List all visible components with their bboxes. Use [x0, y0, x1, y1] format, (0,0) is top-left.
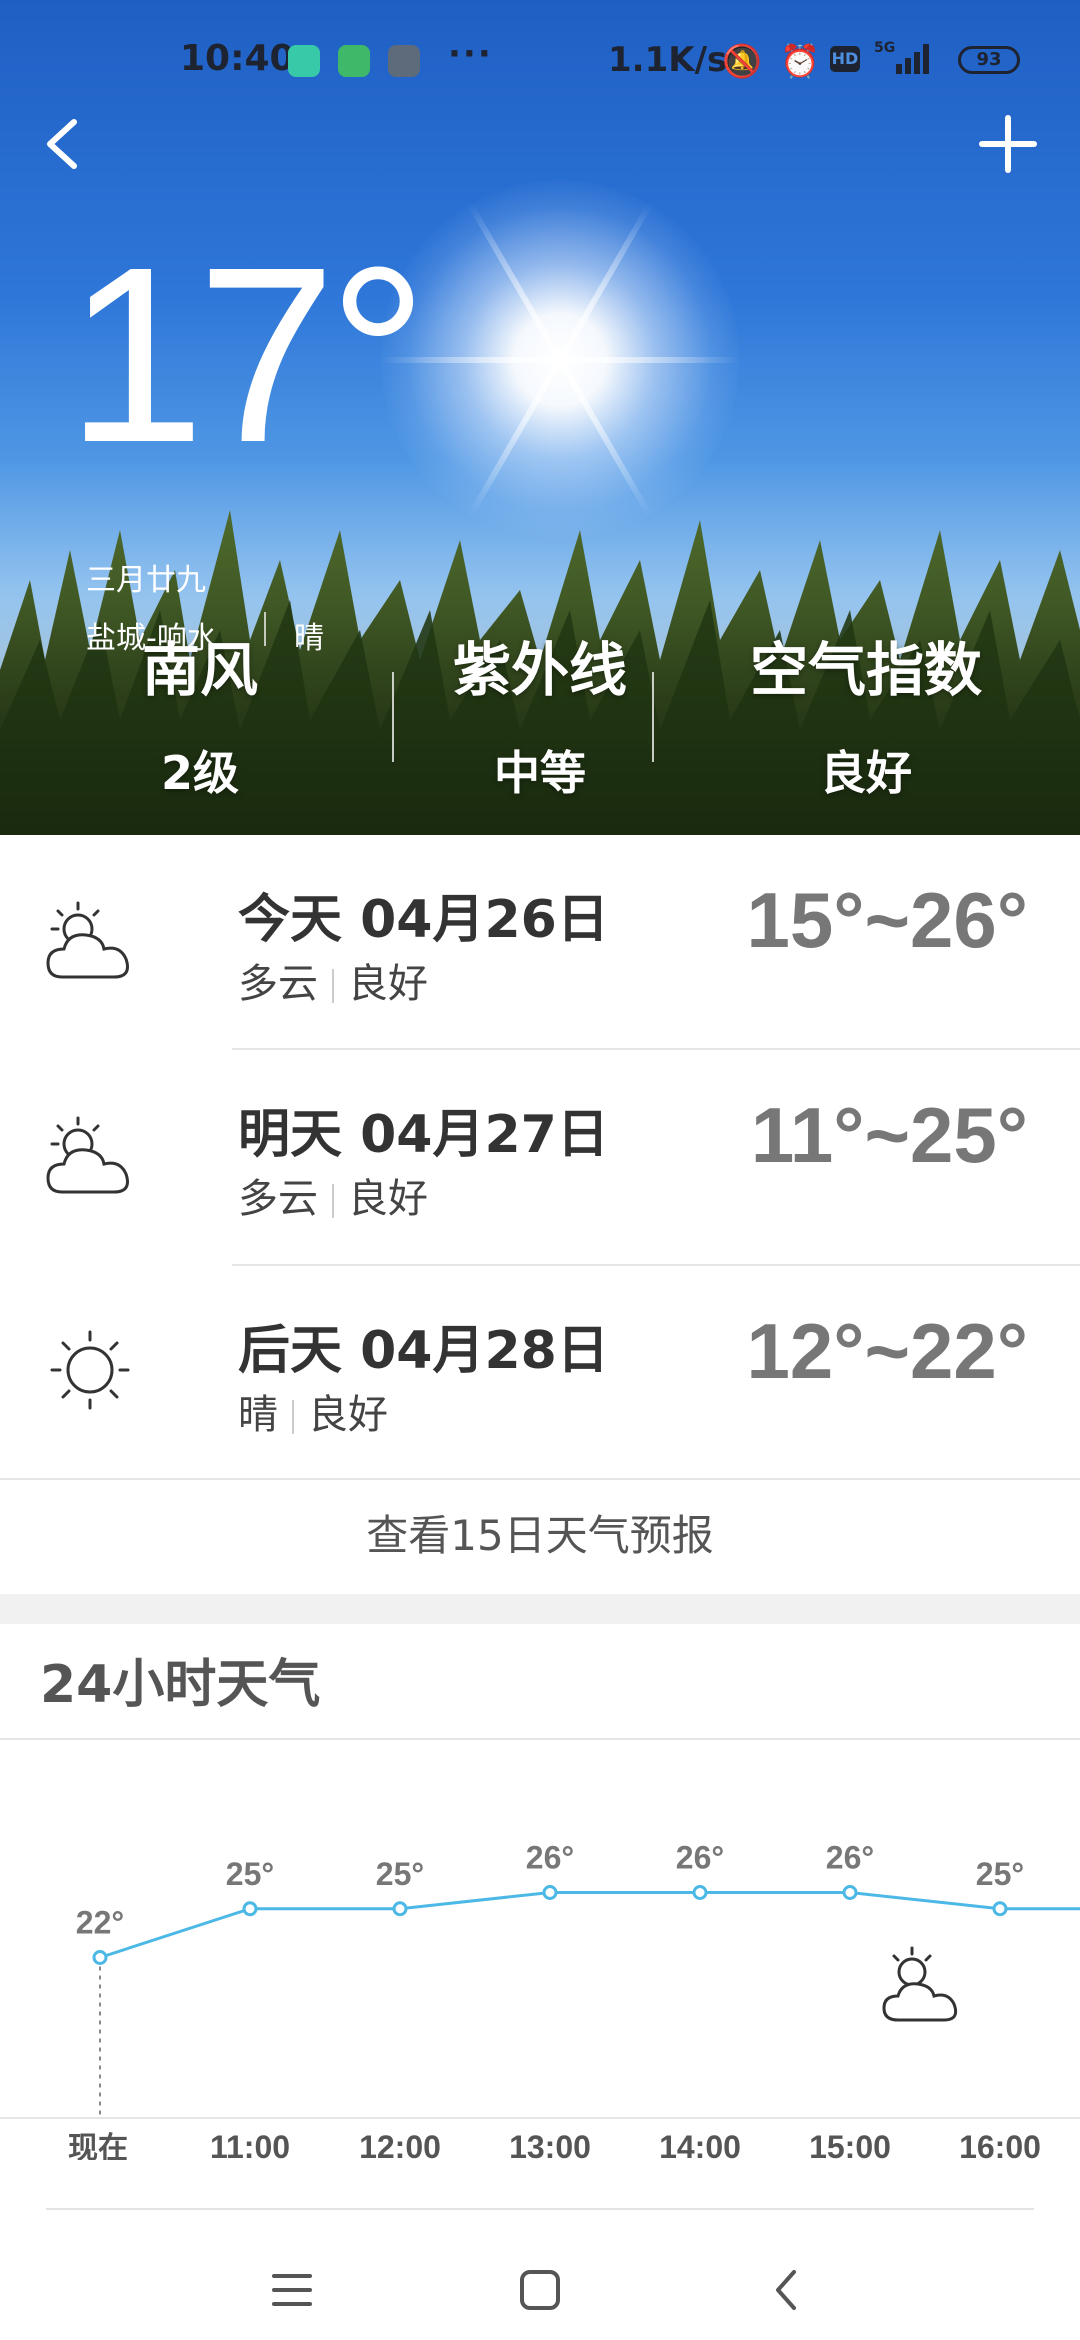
weather-hero: 10:40 ··· 1.1K/s 🔕 ⏰ HD 5G 93 17° 三月廿九 盐…	[0, 0, 1080, 835]
view-15-day-forecast-button[interactable]: 查看15日天气预报	[0, 1480, 1080, 1592]
forecast-day: 后天 04月28日	[238, 1321, 609, 1381]
home-icon[interactable]	[500, 2250, 580, 2330]
forecast-sub: 多云 良好	[238, 961, 428, 1007]
alarm-icon: ⏰	[780, 42, 820, 80]
temp-range: 15°~26°	[746, 876, 1028, 964]
hour-tick-label: 12:00	[359, 2129, 441, 2160]
wind-metric[interactable]: 南风 2级	[40, 630, 360, 808]
temperature-point	[992, 1901, 1008, 1917]
settings-notification-icon	[388, 45, 420, 77]
temperature-point	[92, 1950, 108, 1965]
metric-title: 空气指数	[749, 636, 982, 704]
sunny-icon	[50, 1330, 130, 1410]
temperature-label: 26°	[526, 1840, 574, 1876]
temperature-label: 26°	[676, 1840, 724, 1876]
hour-tick-label: 13:00	[509, 2129, 591, 2160]
net-speed: 1.1K/s	[608, 40, 728, 80]
hour-tick-label: 现在	[68, 2131, 128, 2160]
mute-icon: 🔕	[722, 42, 762, 80]
temperature-point	[692, 1885, 708, 1900]
battery-indicator: 93	[958, 46, 1020, 74]
status-time: 10:40	[180, 38, 295, 79]
hour-tick-label: 14:00	[659, 2129, 741, 2160]
hourly-temperature-chart: 22° 现在 25° 11:00 25° 12:00 26° 13:00 26° 14:00 26°…	[0, 1840, 1080, 2160]
more-notifications-icon: ···	[448, 34, 493, 74]
metric-value: 2级	[160, 746, 239, 800]
partly-cloudy-icon	[882, 1946, 958, 2022]
metric-divider	[652, 672, 654, 762]
signal-icon: 5G	[874, 40, 929, 74]
menu-icon[interactable]	[252, 2250, 332, 2330]
temperature-label: 25°	[376, 1856, 424, 1892]
temperature-point	[542, 1885, 558, 1900]
hour-tick-label: 15:00	[809, 2129, 891, 2160]
partly-cloudy-icon	[46, 901, 129, 979]
metric-title: 南风	[141, 636, 258, 704]
svg-text:5G: 5G	[874, 40, 895, 56]
forecast-day: 今天 04月26日	[238, 890, 609, 950]
lunar-date: 三月廿九	[86, 563, 206, 598]
temperature-point	[842, 1885, 858, 1900]
temperature-point	[242, 1901, 258, 1917]
forecast-sub: 晴良好	[238, 1392, 388, 1438]
temperature-label: 26°	[826, 1840, 874, 1876]
temperature-label: 22°	[76, 1905, 124, 1941]
back-button[interactable]	[30, 108, 90, 180]
temperature-label: 25°	[976, 1856, 1024, 1892]
air-quality-metric[interactable]: 空气指数 良好	[706, 630, 1026, 808]
current-temperature: 17°	[66, 215, 428, 494]
add-city-button[interactable]	[972, 108, 1044, 180]
metric-value: 良好	[820, 746, 912, 800]
app-notification-icon	[288, 45, 320, 77]
section-gap	[0, 1594, 1080, 1624]
temp-range: 11°~25°	[750, 1091, 1028, 1179]
partly-cloudy-icon	[46, 1116, 129, 1194]
hour-tick-label: 16:00	[959, 2129, 1041, 2160]
forecast-row-tomorrow[interactable]: 明天 04月27日 多云 良好 11°~25°	[0, 1050, 1080, 1264]
forecast-sub: 多云 良好	[238, 1176, 428, 1222]
temperature-label: 25°	[226, 1856, 274, 1892]
temp-range: 12°~22°	[746, 1307, 1028, 1395]
divider	[46, 2208, 1034, 2210]
forecast-row-today[interactable]: 今天 04月26日 多云 良好 15°~26°	[0, 835, 1080, 1049]
hourly-title: 24小时天气	[40, 1655, 321, 1715]
status-bar: 10:40 ··· 1.1K/s 🔕 ⏰ HD 5G 93	[0, 34, 1080, 86]
forecast-row-day-after[interactable]: 后天 04月28日 晴良好 12°~22°	[0, 1266, 1080, 1480]
back-icon[interactable]	[746, 2250, 826, 2330]
system-nav-bar	[0, 2230, 1080, 2340]
hour-tick-label: 11:00	[210, 2129, 290, 2160]
hd-badge: HD	[830, 46, 860, 72]
app-notification-icon	[338, 45, 370, 77]
forecast-day: 明天 04月27日	[238, 1105, 609, 1165]
temperature-point	[392, 1901, 408, 1917]
